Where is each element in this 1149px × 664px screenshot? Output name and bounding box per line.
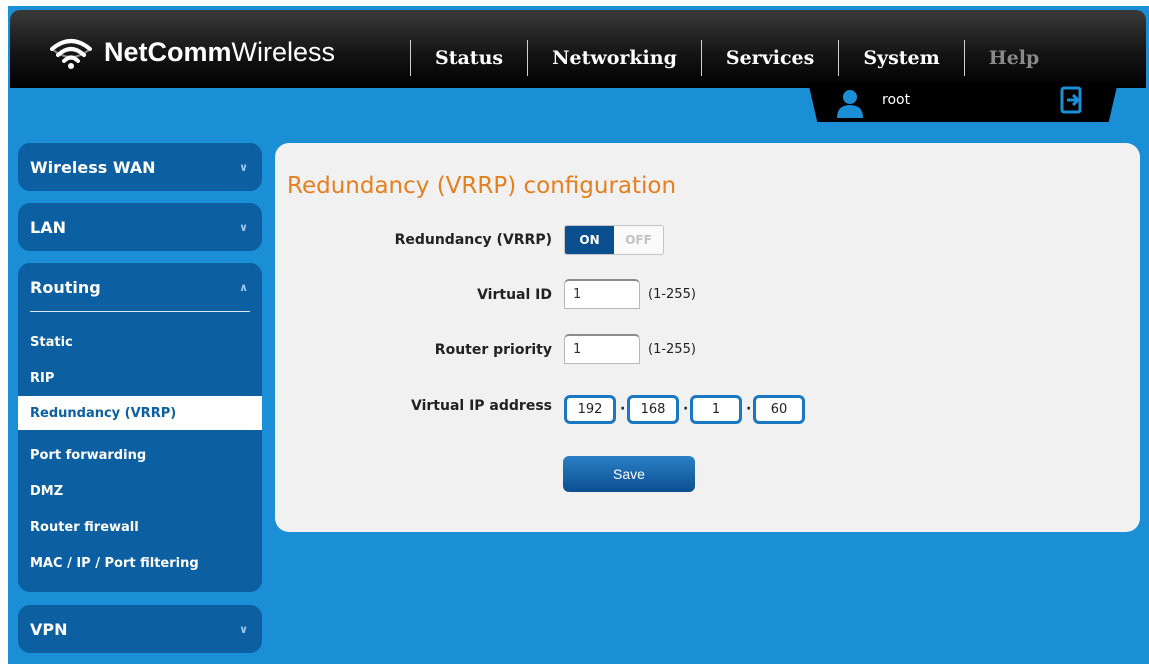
sidebar-item-redundancy-vrrp[interactable]: Redundancy (VRRP) xyxy=(18,396,262,430)
config-panel: Redundancy (VRRP) configuration Redundan… xyxy=(275,143,1140,532)
sidebar-item-router-firewall[interactable]: Router firewall xyxy=(18,510,262,544)
ip-separator: · xyxy=(746,401,752,417)
vrrp-label: Redundancy (VRRP) xyxy=(394,232,552,248)
sidebar-item-static[interactable]: Static xyxy=(18,325,262,359)
virtual-ip-octet-3[interactable] xyxy=(690,395,742,424)
sidebar-section-label: Routing xyxy=(30,277,101,297)
sidebar-item-mac-ip-port-filtering[interactable]: MAC / IP / Port filtering xyxy=(18,546,262,580)
logout-icon[interactable] xyxy=(1060,86,1084,114)
ip-separator: · xyxy=(683,401,689,417)
virtual-ip-octet-4[interactable] xyxy=(753,395,805,424)
chevron-up-icon: ∧ xyxy=(239,280,248,294)
brand-name-bold: NetComm xyxy=(104,36,232,67)
page-title: Redundancy (VRRP) configuration xyxy=(287,173,677,199)
user-icon xyxy=(837,90,863,118)
sidebar-item-dmz[interactable]: DMZ xyxy=(18,474,262,508)
divider xyxy=(30,311,250,312)
nav-status[interactable]: Status xyxy=(411,47,527,69)
wifi-icon xyxy=(50,39,92,69)
sidebar-section-routing-header[interactable]: Routing ∧ xyxy=(18,263,262,311)
sidebar-section-label: LAN xyxy=(30,217,66,237)
chevron-down-icon: ∨ xyxy=(239,220,248,234)
nav-system[interactable]: System xyxy=(839,47,963,69)
nav-networking[interactable]: Networking xyxy=(528,47,701,69)
top-navigation-bar: NetComm Wireless Status Networking Servic… xyxy=(10,10,1146,88)
logo[interactable]: NetComm Wireless xyxy=(50,32,335,72)
sidebar-item-port-forwarding[interactable]: Port forwarding xyxy=(18,438,262,472)
sidebar-section-wireless-wan[interactable]: Wireless WAN ∨ xyxy=(18,143,262,191)
toggle-off[interactable]: OFF xyxy=(614,226,663,254)
router-priority-range-hint: (1-255) xyxy=(648,342,696,357)
ip-separator: · xyxy=(620,401,626,417)
chevron-down-icon: ∨ xyxy=(239,622,248,636)
brand-name-light: Wireless xyxy=(231,36,336,67)
sidebar-item-rip[interactable]: RIP xyxy=(18,361,262,395)
router-priority-input[interactable] xyxy=(564,334,640,364)
virtual-ip-octet-1[interactable] xyxy=(564,395,616,424)
virtual-ip-octet-2[interactable] xyxy=(627,395,679,424)
toggle-on[interactable]: ON xyxy=(565,226,614,254)
sidebar-section-vpn[interactable]: VPN ∨ xyxy=(18,605,262,653)
sidebar-section-label: VPN xyxy=(30,619,68,639)
nav-help[interactable]: Help xyxy=(965,47,1064,69)
virtual-id-range-hint: (1-255) xyxy=(648,287,696,302)
sidebar-section-lan[interactable]: LAN ∨ xyxy=(18,203,262,251)
virtual-id-label: Virtual ID xyxy=(477,287,552,303)
vrrp-toggle[interactable]: ON OFF xyxy=(564,225,664,255)
virtual-id-input[interactable] xyxy=(564,279,640,309)
save-button[interactable]: Save xyxy=(563,456,695,492)
chevron-down-icon: ∨ xyxy=(239,160,248,174)
sidebar-section-routing: Routing ∧ Static RIP Redundancy (VRRP) P… xyxy=(18,263,262,592)
sidebar-section-label: Wireless WAN xyxy=(30,157,156,177)
nav-services[interactable]: Services xyxy=(702,47,838,69)
virtual-ip-label: Virtual IP address xyxy=(411,398,552,414)
main-nav: Status Networking Services System Help xyxy=(410,40,1063,76)
username: root xyxy=(882,92,911,108)
router-priority-label: Router priority xyxy=(434,342,552,358)
